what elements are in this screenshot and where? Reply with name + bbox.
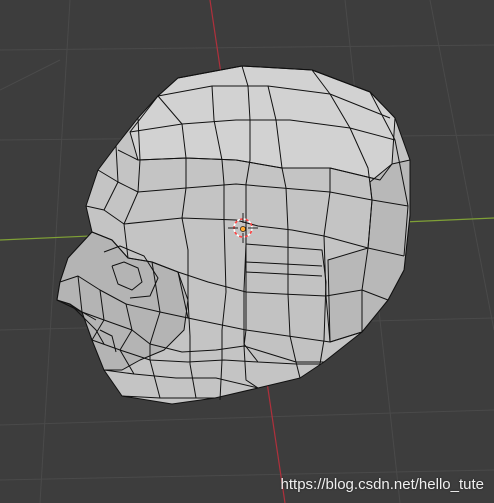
object-origin-icon [240, 226, 246, 232]
3d-viewport[interactable]: https://blog.csdn.net/hello_tute [0, 0, 494, 503]
head-mesh-ear [243, 243, 327, 365]
viewport-canvas [0, 0, 494, 503]
head-mesh[interactable] [56, 65, 411, 405]
watermark-text: https://blog.csdn.net/hello_tute [280, 476, 484, 493]
